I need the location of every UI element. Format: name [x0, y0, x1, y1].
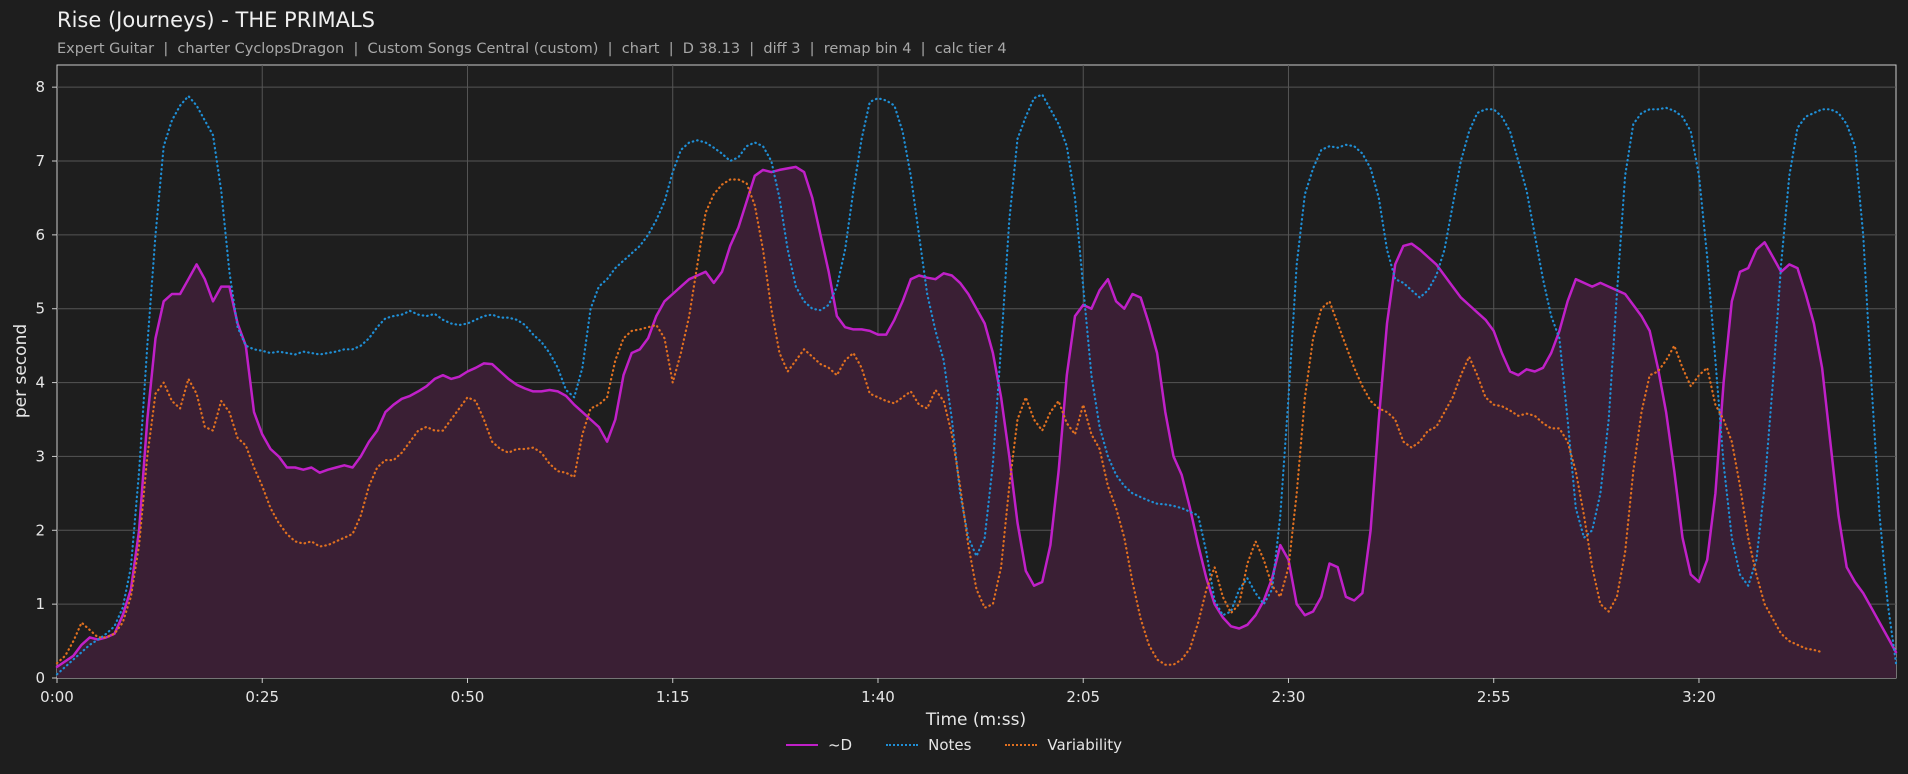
legend-item-d: ~D: [785, 736, 853, 754]
y-axis-label: per second: [11, 324, 31, 418]
y-tick-label: 5: [35, 300, 45, 318]
legend-item-variability: Variability: [1005, 736, 1122, 754]
y-tick-label: 4: [35, 374, 45, 392]
legend-swatch-notes: [886, 744, 919, 746]
x-tick-label: 0:00: [40, 688, 74, 706]
y-tick-label: 3: [35, 447, 45, 465]
x-tick-label: 0:25: [245, 688, 279, 706]
y-tick-label: 1: [35, 595, 45, 613]
legend: ~D Notes Variability: [0, 736, 1908, 754]
legend-swatch-variability: [1005, 744, 1038, 746]
legend-swatch-d: [785, 744, 818, 746]
y-tick-label: 0: [35, 669, 45, 687]
x-tick-label: 2:55: [1477, 688, 1511, 706]
legend-label-variability: Variability: [1047, 736, 1123, 754]
y-tick-label: 2: [35, 521, 45, 539]
x-tick-label: 2:05: [1066, 688, 1100, 706]
legend-label-notes: Notes: [928, 736, 972, 754]
x-tick-label: 1:40: [861, 688, 895, 706]
x-tick-label: 0:50: [451, 688, 485, 706]
x-tick-label: 1:15: [656, 688, 690, 706]
legend-label-d: ~D: [827, 736, 853, 754]
chart: 0:00 0:25 0:50 1:15 1:40 2:05 2:30 2:55 3:20 0 1 2 3…: [11, 64, 1898, 730]
x-axis-label: Time (m:ss): [925, 710, 1026, 730]
y-tick-label: 8: [35, 78, 45, 96]
y-tick-label: 7: [35, 152, 45, 170]
legend-item-notes: Notes: [886, 736, 971, 754]
x-tick-label: 2:30: [1272, 688, 1306, 706]
x-tick-label: 3:20: [1682, 688, 1716, 706]
y-tick-label: 6: [35, 226, 45, 244]
